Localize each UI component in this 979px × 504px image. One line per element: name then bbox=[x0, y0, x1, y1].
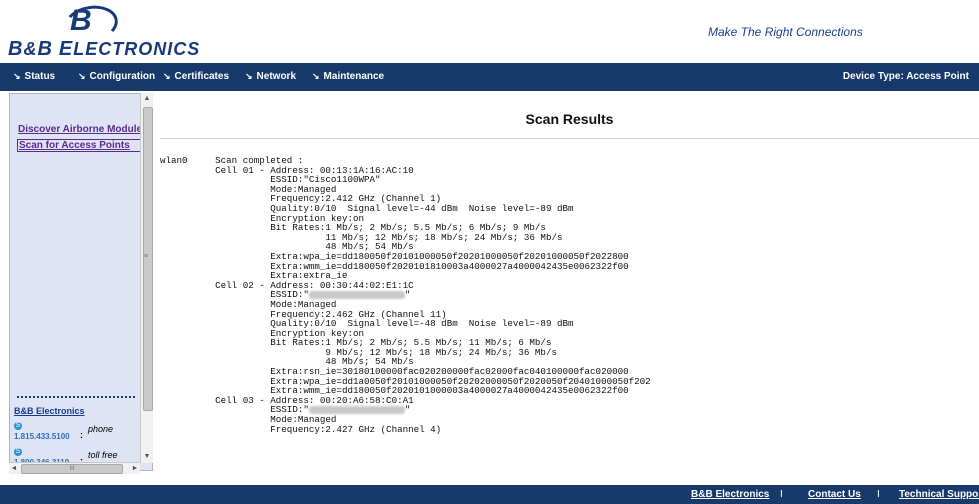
skype-icon[interactable]: S bbox=[14, 448, 22, 456]
phone-label: phone bbox=[88, 424, 114, 434]
nav-arrow-icon: ↘ bbox=[163, 71, 171, 81]
logo-text: B&B ELECTRONICS bbox=[8, 38, 200, 61]
nav-configuration[interactable]: ↘ Configuration bbox=[78, 71, 155, 82]
footer-separator: I bbox=[780, 489, 783, 500]
scan-output: wlan0 Scan completed : Cell 01 - Address… bbox=[160, 156, 651, 434]
nav-label: Certificates bbox=[174, 71, 230, 82]
grip-icon: ≡ bbox=[144, 253, 149, 260]
nav-arrow-icon: ↘ bbox=[78, 71, 86, 81]
tagline: Make The Right Connections bbox=[708, 25, 863, 39]
scroll-thumb[interactable]: ≡ bbox=[143, 107, 153, 411]
page-title: Scan Results bbox=[525, 111, 614, 127]
header: B B&B ELECTRONICS Make The Right Connect… bbox=[0, 0, 979, 60]
sidebar-divider bbox=[17, 396, 135, 398]
logo-word: LECTRONICS bbox=[73, 39, 201, 59]
sidebar-link-discover-airborne-modules[interactable]: Discover Airborne Modules bbox=[18, 124, 148, 135]
title-divider bbox=[160, 138, 979, 139]
essid-suffix: " bbox=[404, 289, 411, 301]
nav-status[interactable]: ↘ Status bbox=[13, 71, 55, 82]
sidebar-link-scan-for-access-points[interactable]: Scan for Access Points bbox=[17, 139, 149, 152]
nav-arrow-icon: ↘ bbox=[312, 71, 320, 81]
logo-letter: B bbox=[8, 38, 24, 60]
redacted-essid bbox=[308, 406, 405, 414]
nav-network[interactable]: ↘ Network bbox=[245, 71, 296, 82]
sidebar-horizontal-scrollbar[interactable]: ◄ III ► bbox=[9, 462, 140, 474]
contact-company-link[interactable]: B&B Electronics bbox=[14, 406, 85, 416]
redacted-essid bbox=[308, 290, 405, 299]
footer-link-technical-support[interactable]: Technical Support bbox=[899, 489, 979, 500]
device-type-label: Device Type: Access Point bbox=[842, 71, 969, 82]
footer-link-contact-us[interactable]: Contact Us bbox=[808, 489, 861, 500]
logo-letter: B bbox=[37, 38, 53, 60]
essid-suffix: " bbox=[404, 404, 411, 416]
phone-number[interactable]: 1.815.433.5100 bbox=[14, 432, 70, 441]
scroll-down-arrow-icon[interactable]: ▼ bbox=[141, 451, 153, 463]
nav-maintenance[interactable]: ↘ Maintenance bbox=[312, 71, 384, 82]
nav-arrow-icon: ↘ bbox=[245, 71, 253, 81]
main-content: Scan Results wlan0 Scan completed : Cell… bbox=[160, 93, 979, 482]
logo-letter: E bbox=[58, 38, 74, 60]
logo-ampersand: & bbox=[23, 39, 38, 59]
nav-label: Network bbox=[256, 71, 296, 82]
main-nav: ↘ Status ↘ Configuration ↘ Certificates ↘ Ne… bbox=[0, 63, 979, 91]
scroll-up-arrow-icon[interactable]: ▲ bbox=[141, 93, 153, 105]
nav-certificates[interactable]: ↘ Certificates bbox=[163, 71, 229, 82]
footer-link-bb-electronics[interactable]: B&B Electronics bbox=[691, 489, 769, 500]
bb-electronics-logo[interactable]: B B&B ELECTRONICS bbox=[8, 1, 208, 61]
scan-line: Frequency:2.427 GHz (Channel 4) bbox=[270, 423, 442, 435]
logo-mark: B bbox=[70, 4, 92, 37]
skype-icon[interactable]: S bbox=[14, 422, 22, 430]
footer: B&B Electronics I Contact Us I Technical… bbox=[0, 485, 979, 504]
scroll-left-arrow-icon[interactable]: ◄ bbox=[9, 463, 19, 474]
contact-separator: : bbox=[80, 430, 83, 440]
nav-arrow-icon: ↘ bbox=[13, 71, 21, 81]
sidebar-vertical-scrollbar[interactable]: ▲ ≡ ▼ bbox=[140, 93, 153, 463]
sidebar-links: Discover Airborne Modules Scan for Acces… bbox=[17, 124, 149, 156]
nav-label: Maintenance bbox=[323, 71, 385, 82]
tollfree-label: toll free bbox=[88, 450, 118, 460]
footer-separator: I bbox=[877, 489, 880, 500]
scroll-thumb[interactable]: III bbox=[21, 464, 123, 474]
nav-label: Configuration bbox=[89, 71, 156, 82]
sidebar-frame: Discover Airborne Modules Scan for Acces… bbox=[9, 93, 153, 471]
contact-info: B&B Electronics S 1.815.433.5100 : phone… bbox=[14, 406, 118, 468]
contact-phone-row: S 1.815.433.5100 : phone bbox=[14, 422, 113, 442]
scroll-right-arrow-icon[interactable]: ► bbox=[130, 463, 140, 474]
nav-label: Status bbox=[24, 71, 56, 82]
